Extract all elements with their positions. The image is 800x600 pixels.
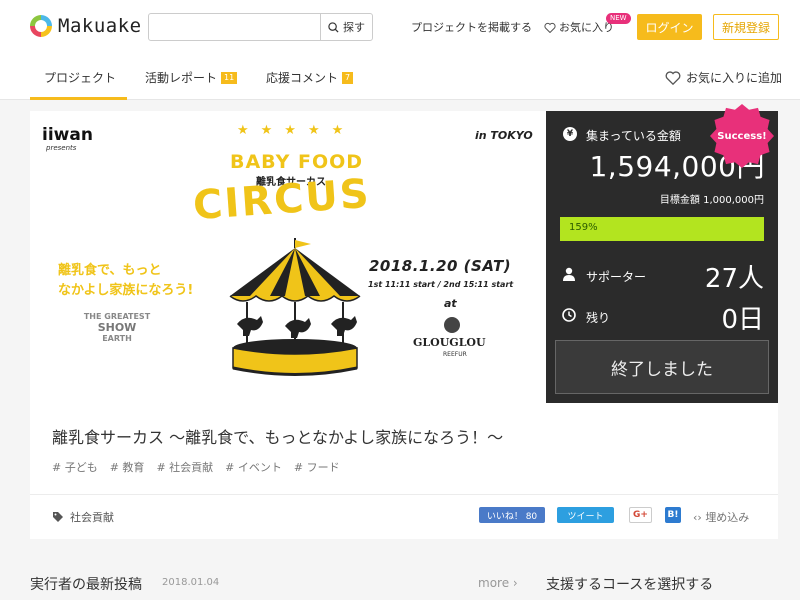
new-badge: NEW [606, 13, 631, 24]
greatest-line-2: SHOW [97, 321, 137, 334]
add-favorite-label: お気に入りに追加 [686, 71, 783, 85]
city-label: in TOKYO [475, 129, 533, 142]
catch-copy: 離乳食で、もっと なかよし家族になろう! [58, 261, 248, 301]
catch-line-1: 離乳食で、もっと [58, 263, 162, 278]
latest-post-heading: 実行者の最新投稿 [30, 577, 142, 593]
heart-icon [665, 71, 681, 85]
venue-name: GLOUGLOU [413, 336, 486, 349]
tab-comments-label: 応援コメント [266, 71, 339, 85]
heart-icon [544, 22, 556, 33]
brand-logo: iiwan [42, 125, 93, 145]
latest-post-date: 2018.01.04 [162, 577, 220, 588]
google-plus-button[interactable]: G+ [629, 507, 652, 523]
favorites-label: お気に入り [559, 21, 614, 34]
project-card: iiwan presents in TOKYO ★★★★★ BABY FOOD … [30, 111, 778, 539]
post-project-link[interactable]: プロジェクトを掲載する [411, 19, 532, 35]
project-tabbar: プロジェクト 活動レポート 11 応援コメント 7 お気に入りに追加 [0, 54, 800, 100]
select-course-heading: 支援するコースを選択する [546, 577, 714, 593]
embed-button[interactable]: ‹› 埋め込み [693, 509, 749, 525]
tag-education[interactable]: # 教育 [110, 459, 145, 475]
greatest-show-badge: THE GREATEST SHOW EARTH [80, 311, 154, 344]
code-icon: ‹› [693, 511, 702, 524]
search-bar: 探す [148, 13, 373, 41]
remaining-value: 0日 [721, 305, 764, 335]
tab-activity-report-label: 活動レポート [145, 71, 218, 85]
tab-comments-count: 7 [342, 71, 354, 84]
search-input[interactable] [149, 14, 320, 40]
supporters-value: 27人 [704, 264, 764, 294]
project-hero-image: iiwan presents in TOKYO ★★★★★ BABY FOOD … [30, 111, 546, 403]
search-button[interactable]: 探す [320, 14, 372, 40]
favorites-link[interactable]: お気に入り [544, 19, 614, 35]
clock-icon [562, 308, 576, 322]
person-icon [563, 267, 575, 281]
project-tags: # 子ども # 教育 # 社会貢献 # イベント # フード [52, 459, 352, 475]
tab-project[interactable]: プロジェクト [44, 69, 116, 86]
tag-social-contribution[interactable]: # 社会貢献 [156, 459, 213, 475]
tab-project-label: プロジェクト [44, 71, 117, 85]
baby-food-heading: BABY FOOD [230, 151, 364, 173]
embed-label: 埋め込み [705, 511, 750, 524]
more-link[interactable]: more › [478, 576, 518, 590]
event-times: 1st 11:11 start / 2nd 15:11 start [368, 280, 514, 289]
tab-activity-report-count: 11 [221, 71, 238, 84]
supporters-label: サポーター [586, 270, 647, 284]
collected-label: 集まっている金額 [586, 129, 681, 143]
tag-food[interactable]: # フード [294, 459, 340, 475]
project-finished-button[interactable]: 終了しました [555, 340, 769, 394]
tab-comments[interactable]: 応援コメント 7 [266, 69, 354, 86]
category-label: 社会貢献 [70, 511, 114, 524]
hatena-bookmark-button[interactable]: B! [665, 507, 681, 523]
funding-progress-bar: 159% [560, 217, 764, 241]
tab-activity-report[interactable]: 活動レポート 11 [145, 69, 238, 86]
yen-icon: ¥ [563, 127, 577, 141]
remaining-label: 残り [586, 311, 611, 325]
event-date: 2018.1.20 (SAT) [369, 257, 512, 275]
circus-heading: CIRCUS [191, 170, 373, 230]
search-icon [328, 21, 339, 33]
add-favorite-button[interactable]: お気に入りに追加 [665, 69, 782, 86]
greatest-line-3: EARTH [102, 334, 132, 343]
active-tab-indicator [30, 97, 127, 100]
tag-event[interactable]: # イベント [225, 459, 282, 475]
catch-line-2: なかよし家族になろう! [58, 283, 194, 298]
goal-amount: 目標金額 1,000,000円 [659, 195, 764, 206]
category-link[interactable]: 社会貢献 [52, 509, 114, 525]
makuake-logo[interactable]: Makuake [30, 15, 142, 37]
stars-decoration: ★★★★★ [237, 123, 356, 138]
tag-icon [53, 512, 63, 522]
brand-sub: presents [46, 144, 77, 152]
logo-mark-icon [30, 15, 52, 37]
divider [30, 494, 778, 495]
at-label: at [444, 297, 457, 310]
tweet-button[interactable]: ツイート [557, 507, 614, 523]
site-header: Makuake 探す プロジェクトを掲載する お気に入り NEW ログイン 新規… [0, 0, 800, 54]
venue-logo-icon [444, 317, 460, 333]
tag-children[interactable]: # 子ども [52, 459, 98, 475]
venue-sub: REEFUR [443, 351, 467, 358]
carousel-illustration-icon [229, 238, 361, 376]
project-title: 離乳食サーカス ～離乳食で、もっとなかよし家族になろう！～ [52, 428, 504, 447]
login-button[interactable]: ログイン [637, 14, 702, 40]
facebook-like-button[interactable]: いいね！ 80 [479, 507, 545, 523]
search-button-label: 探す [343, 21, 365, 34]
progress-percent: 159% [569, 222, 598, 233]
logo-text: Makuake [58, 15, 142, 37]
signup-button[interactable]: 新規登録 [713, 14, 779, 40]
